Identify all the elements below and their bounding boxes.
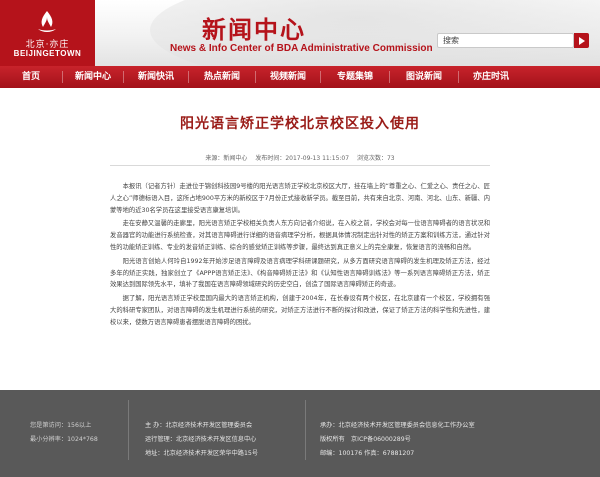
site-subtitle: News & Info Center of BDA Administrative… (170, 43, 433, 54)
footer-divider (128, 400, 129, 460)
main-content: 阳光语言矫正学校北京校区投入使用 来源：新闻中心 发布时间：2017-09-13… (0, 88, 600, 390)
site-logo[interactable]: 北京·亦庄 BEIJINGETOWN (0, 0, 95, 66)
site-footer: 您是第访问：156以上 最小分辨率：1024*768 主 办：北京经济技术开发区… (0, 390, 600, 477)
nav-item-hot-news[interactable]: 热点新闻 (189, 66, 255, 88)
footer-divider (305, 400, 306, 460)
search-button[interactable] (574, 33, 589, 48)
site-header: 北京·亦庄 BEIJINGETOWN 新闻中心 News & Info Cent… (0, 0, 600, 66)
nav-item-home[interactable]: 首页 (0, 66, 62, 88)
nav-item-photo-news[interactable]: 图说新闻 (390, 66, 458, 88)
title-divider (110, 165, 490, 166)
main-nav: 首页 新闻中心 新闻快讯 热点新闻 视频新闻 专题集锦 图说新闻 亦庄时讯 (0, 66, 600, 88)
footer-visit-count: 您是第访问：156以上 (30, 422, 92, 429)
logo-english-text: BEIJINGETOWN (13, 49, 82, 58)
nav-item-special-topics[interactable]: 专题集锦 (321, 66, 389, 88)
nav-item-news-flash[interactable]: 新闻快讯 (124, 66, 188, 88)
search-input[interactable]: 搜索 (437, 33, 574, 48)
footer-contractor: 承办：北京经济技术开发区管理委员会信息化工作办公室 (320, 422, 475, 429)
article-meta: 来源：新闻中心 发布时间：2017-09-13 11:15:07 浏览次数：73 (205, 155, 395, 162)
article-title: 阳光语言矫正学校北京校区投入使用 (180, 116, 420, 132)
footer-operator: 运行管理：北京经济技术开发区信息中心 (145, 436, 257, 443)
footer-resolution: 最小分辨率：1024*768 (30, 436, 98, 443)
site-title: 新闻中心 (202, 16, 306, 44)
footer-address: 地址：北京经济技术开发区荣华中路15号 (145, 450, 259, 457)
article-paragraph: 阳光语言创始人何玲自1992年开始涉足语言障碍及语言病理学科研课题研究，从多方面… (110, 257, 490, 289)
nav-item-yizhuang-news[interactable]: 亦庄时讯 (459, 66, 523, 88)
footer-host: 主 办：北京经济技术开发区管理委员会 (145, 422, 253, 429)
nav-item-video-news[interactable]: 视频新闻 (256, 66, 320, 88)
article-paragraph: 据了解，阳光语言矫正学校是国内最大的语言矫正机构，创建于2004年，在长春设有两… (110, 295, 490, 326)
article: 阳光语言矫正学校北京校区投入使用 来源：新闻中心 发布时间：2017-09-13… (110, 88, 490, 390)
etown-logo-icon (38, 11, 56, 32)
article-body: 本报讯（记者方针）走进位于锦创科技园9号楼的阳光语言矫正学校北京校区大厅，挂在墙… (110, 181, 490, 331)
footer-postcode: 邮编：100176 作真：67881207 (320, 450, 415, 457)
nav-item-news-center[interactable]: 新闻中心 (63, 66, 123, 88)
article-paragraph: 走在安静又温馨的走廊里，阳光语言矫正学校相关负责人东方向记者介绍说，在入校之前，… (110, 220, 490, 251)
footer-copyright[interactable]: 版权所有 京ICP备06000289号 (320, 434, 411, 443)
article-paragraph: 本报讯（记者方针）走进位于锦创科技园9号楼的阳光语言矫正学校北京校区大厅，挂在墙… (110, 183, 490, 214)
